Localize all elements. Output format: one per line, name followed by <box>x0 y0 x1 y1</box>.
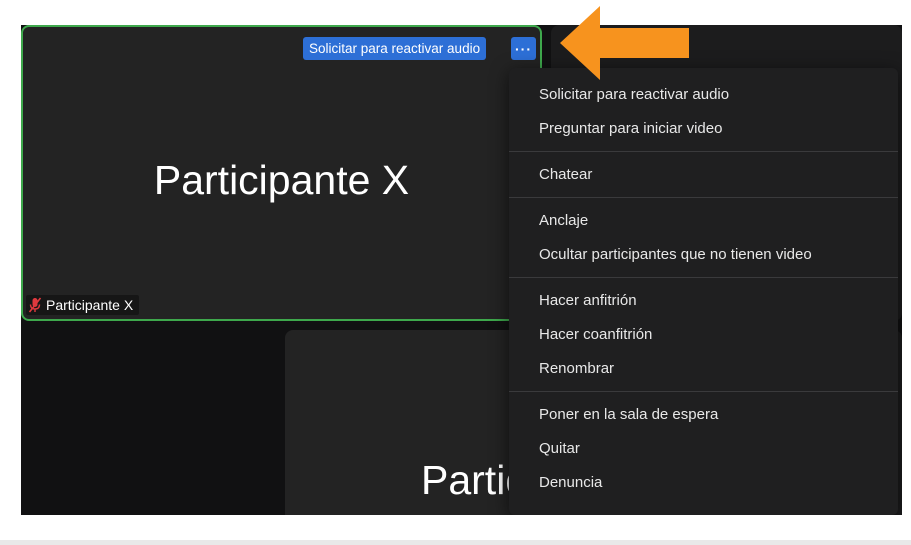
meeting-gallery-view: Participante X Solicitar para reactivar … <box>21 25 902 515</box>
menu-divider <box>509 197 898 198</box>
participant-name-tag: Participante X <box>26 295 140 315</box>
ellipsis-icon: ··· <box>515 40 532 57</box>
participant-video-tile[interactable]: Participante X Solicitar para reactivar … <box>21 25 542 321</box>
participant-context-menu: Solicitar para reactivar audio Preguntar… <box>509 68 898 515</box>
participant-display-name: Participante X <box>153 157 410 203</box>
menu-item-hide-non-video[interactable]: Ocultar participantes que no tienen vide… <box>509 238 898 272</box>
menu-item-ask-start-video[interactable]: Preguntar para iniciar video <box>509 112 898 146</box>
menu-item-waiting-room[interactable]: Poner en la sala de espera <box>509 398 898 432</box>
left-arrow-icon <box>560 6 689 80</box>
mic-muted-icon <box>28 297 42 313</box>
menu-divider <box>509 277 898 278</box>
name-tag-label: Participante X <box>46 297 134 313</box>
menu-item-request-unmute[interactable]: Solicitar para reactivar audio <box>509 78 898 112</box>
menu-item-chat[interactable]: Chatear <box>509 158 898 192</box>
menu-item-pin[interactable]: Anclaje <box>509 204 898 238</box>
request-unmute-button[interactable]: Solicitar para reactivar audio <box>303 37 487 60</box>
bottom-divider <box>0 540 911 545</box>
menu-item-make-cohost[interactable]: Hacer coanfitrión <box>509 318 898 352</box>
menu-divider <box>509 151 898 152</box>
menu-item-make-host[interactable]: Hacer anfitrión <box>509 284 898 318</box>
menu-divider <box>509 391 898 392</box>
more-options-button[interactable]: ··· <box>511 37 536 60</box>
menu-item-remove[interactable]: Quitar <box>509 432 898 466</box>
menu-item-rename[interactable]: Renombrar <box>509 352 898 386</box>
menu-item-report[interactable]: Denuncia <box>509 466 898 500</box>
